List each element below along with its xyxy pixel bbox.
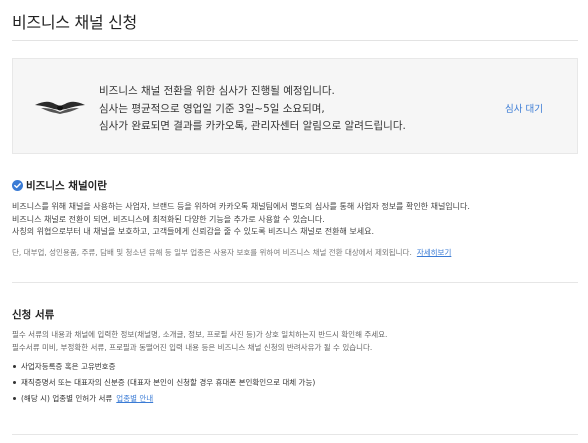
bottom-divider [12,434,578,435]
required-docs-list: 사업자등록증 혹은 고유번호증 재직증명서 또는 대표자의 신분증 (대표자 본… [12,361,315,409]
industry-guide-link[interactable]: 업종별 안내 [116,394,153,403]
doc-item-text: 사업자등록증 혹은 고유번호증 [21,362,116,371]
status-line: 비즈니스 채널 전환을 위한 심사가 진행될 예정입니다. [99,85,335,97]
check-badge-icon [12,180,23,191]
about-paragraph: 비즈니스 채널로 전환이 되면, 비즈니스에 최적화된 다양한 기능을 추가로 … [12,214,325,224]
restriction-note: 단, 대부업, 성인용품, 주류, 담배 및 청소년 유해 등 일부 업종은 사… [12,247,451,258]
docs-heading-text: 신청 서류 [12,309,55,321]
bullet-icon [13,397,16,400]
review-status-panel: 비즈니스 채널 전환을 위한 심사가 진행될 예정입니다. 심사는 평균적으로 … [12,58,578,154]
list-item: 사업자등록증 혹은 고유번호증 [12,361,315,377]
review-pending-status[interactable]: 심사 대기 [505,101,543,115]
section-divider [12,282,578,283]
about-heading-text: 비즈니스 채널이란 [26,180,107,192]
bullet-icon [13,381,16,384]
page-title: 비즈니스 채널 신청 [12,13,137,32]
docs-description-line: 필수서류 미비, 부정확한 서류, 프로필과 동떨어진 입력 내용 등은 비즈니… [12,342,373,352]
list-item: (해당 시) 업종별 인허가 서류 업종별 안내 [12,393,315,409]
doc-item-text: (해당 시) 업종별 인허가 서류 [21,394,113,403]
docs-heading: 신청 서류 [12,307,54,322]
review-status-message: 비즈니스 채널 전환을 위한 심사가 진행될 예정입니다. 심사는 평균적으로 … [99,83,406,136]
restriction-note-text: 단, 대부업, 성인용품, 주류, 담배 및 청소년 유해 등 일부 업종은 사… [12,248,412,257]
docs-description-line: 필수 서류의 내용과 채널에 입력한 정보(채널명, 소개글, 정보, 프로필 … [12,330,388,339]
status-line: 심사는 평균적으로 영업일 기준 3일~5일 소요되며, [99,102,325,115]
about-description: 비즈니스를 위해 채널을 사용하는 사업자, 브랜드 등을 위하여 카카오톡 채… [12,201,470,239]
about-paragraph: 사칭의 위협으로부터 내 채널을 보호하고, 고객들에게 신뢰감을 줄 수 있도… [12,227,374,236]
winged-logo-icon [33,93,87,121]
list-item: 재직증명서 또는 대표자의 신분증 (대표자 본인이 신청할 경우 휴대폰 본인… [12,377,315,393]
title-divider [12,40,578,41]
doc-item-text: 재직증명서 또는 대표자의 신분증 (대표자 본인이 신청할 경우 휴대폰 본인… [21,378,316,387]
bullet-icon [13,365,16,368]
docs-description: 필수 서류의 내용과 채널에 입력한 정보(채널명, 소개글, 정보, 프로필 … [12,329,387,354]
status-line: 심사가 완료되면 결과를 카카오톡, 관리자센터 알림으로 알려드립니다. [99,120,406,132]
details-link[interactable]: 자세히보기 [417,248,452,257]
about-heading: 비즈니스 채널이란 [12,178,107,193]
about-paragraph: 비즈니스를 위해 채널을 사용하는 사업자, 브랜드 등을 위하여 카카오톡 채… [12,202,470,211]
